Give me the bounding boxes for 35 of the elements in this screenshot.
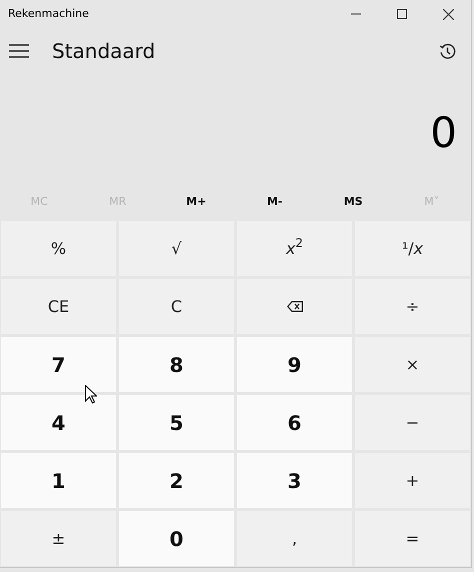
- operator-key[interactable]: ¹/x: [355, 221, 470, 276]
- close-icon: [442, 8, 454, 20]
- history-icon: [438, 42, 456, 60]
- operator-key[interactable]: =: [355, 511, 470, 566]
- backspace-icon: [286, 301, 302, 312]
- digit-key[interactable]: 5: [119, 395, 234, 450]
- maximize-icon: [397, 9, 407, 19]
- operator-key[interactable]: +: [355, 453, 470, 508]
- menu-icon: [9, 44, 29, 58]
- operator-key[interactable]: ±: [1, 511, 116, 566]
- operator-key[interactable]: −: [355, 395, 470, 450]
- digit-key[interactable]: 7: [1, 337, 116, 392]
- operator-key[interactable]: ÷: [355, 279, 470, 334]
- operator-key[interactable]: ,: [237, 511, 352, 566]
- digit-key[interactable]: 9: [237, 337, 352, 392]
- window-title: Rekenmachine: [7, 6, 89, 22]
- digit-key[interactable]: 3: [237, 453, 352, 508]
- digit-key[interactable]: 2: [119, 453, 234, 508]
- digit-key[interactable]: 1: [1, 453, 116, 508]
- digit-key[interactable]: 4: [1, 395, 116, 450]
- operator-key[interactable]: √: [119, 221, 234, 276]
- display-value: 0: [430, 106, 457, 158]
- memory-button[interactable]: MS: [314, 188, 392, 216]
- operator-key[interactable]: C: [119, 279, 234, 334]
- operator-key[interactable]: x$^{2}$: [237, 221, 352, 276]
- digit-key[interactable]: 6: [237, 395, 352, 450]
- operator-key[interactable]: ×: [355, 337, 470, 392]
- operator-key[interactable]: %: [1, 221, 116, 276]
- memory-button[interactable]: M+: [157, 188, 236, 216]
- digit-key[interactable]: 0: [119, 511, 234, 566]
- memory-button[interactable]: M-: [236, 188, 314, 216]
- digit-key[interactable]: 8: [119, 337, 234, 392]
- operator-key[interactable]: CE: [1, 279, 116, 334]
- mouse-pointer-icon: [85, 385, 97, 404]
- mode-title: Standaard: [52, 38, 156, 65]
